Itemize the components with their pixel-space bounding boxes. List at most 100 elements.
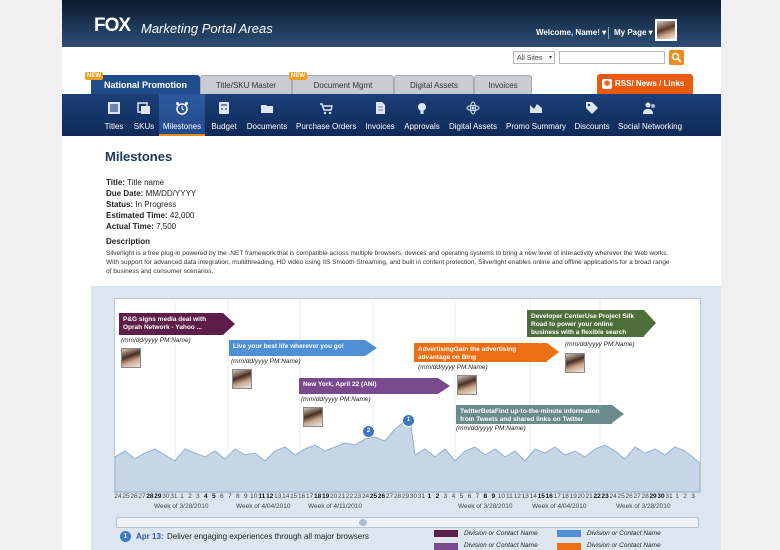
week-label: Week of 3/28/2010: [616, 503, 671, 510]
new-badge: NEW: [85, 72, 103, 80]
field-label: Due Date:: [106, 189, 144, 198]
tag-icon: [586, 102, 598, 114]
event-callout[interactable]: New York, April 22 (ANI): [299, 378, 450, 394]
legend-label: Division or Contact Name: [464, 530, 538, 537]
user-avatar[interactable]: [655, 19, 677, 41]
people-icon: [643, 102, 655, 114]
timeline-panel: P&G signs media deal with Oprah Network …: [91, 286, 721, 550]
subnav-milestones[interactable]: Milestones: [159, 94, 205, 136]
event-callout[interactable]: TwitterBetaFind up-to-the-minute informa…: [456, 405, 624, 424]
header-divider: [608, 27, 609, 39]
arrow-icon: [547, 343, 559, 361]
tab-digital-assets[interactable]: Digital Assets: [394, 75, 474, 94]
search-input[interactable]: [559, 51, 665, 64]
subnav-budget[interactable]: Budget: [208, 94, 240, 136]
week-label: Week of 3/28/2010: [154, 503, 209, 510]
tab-label: Document Mgmt: [313, 81, 373, 90]
week-label: Week of 4/04/2010: [236, 503, 291, 510]
axis-tick: 3: [691, 493, 695, 500]
timeline-pin[interactable]: 1: [402, 414, 415, 427]
week-label: Week of 4/04/2010: [532, 503, 587, 510]
subnav-invoices[interactable]: Invoices: [363, 94, 397, 136]
fox-logo[interactable]: FOX: [94, 15, 131, 37]
event-date: (mm/dd/yyyy PM:Name): [301, 396, 371, 403]
event-date: (mm/dd/yyyy PM:Name): [456, 425, 526, 432]
scrollbar-handle[interactable]: [359, 519, 367, 526]
field-label: Title:: [106, 178, 125, 187]
tab-document-mgmt[interactable]: NEW Document Mgmt: [289, 72, 394, 94]
event-callout[interactable]: P&G signs media deal with Oprah Network …: [119, 313, 235, 335]
subnav-label: Approvals: [404, 122, 440, 131]
subnav-purchase-orders[interactable]: Purchase Orders: [296, 94, 356, 136]
event-date: (mm/dd/yyyy PM:Name): [121, 337, 191, 344]
my-page-menu[interactable]: My Page ▾: [614, 28, 653, 37]
week-label: Week of 3/28/2010: [458, 503, 513, 510]
atom-icon: [466, 101, 480, 115]
folder-icon: [261, 105, 273, 113]
search-button[interactable]: [669, 50, 684, 65]
timeline-chart[interactable]: P&G signs media deal with Oprah Network …: [114, 298, 701, 493]
field-due-date: Due Date: MM/DD/YYYY: [106, 189, 196, 198]
event-callout[interactable]: AdvertisingGain the advertising advantag…: [414, 343, 559, 362]
field-actual-time: Actual Time: 7,500: [106, 222, 176, 231]
subnav-titles[interactable]: Titles: [99, 94, 129, 136]
invoice-icon: [376, 102, 385, 114]
tab-label: Title/SKU Master: [215, 81, 277, 90]
event-avatar[interactable]: [457, 375, 477, 395]
tab-national-promotion[interactable]: NEW National Promotion: [85, 72, 200, 94]
timeline-scrollbar[interactable]: [116, 517, 699, 528]
event-avatar[interactable]: [303, 407, 323, 427]
top-header: FOX Marketing Portal Areas Welcome, Name…: [62, 0, 721, 47]
right-gutter: [720, 0, 780, 550]
description-text: Silverlight is a free plug-in powered by…: [106, 250, 670, 275]
milestone-number: 1: [120, 531, 131, 542]
arrow-icon: [365, 340, 377, 356]
event-avatar[interactable]: [121, 348, 141, 368]
field-value: MM/DD/YYYY: [145, 189, 197, 198]
subnav-label: Titles: [104, 122, 124, 131]
milestone-date: Apr 13:: [136, 532, 164, 541]
summary-icon: [530, 104, 542, 113]
event-avatar[interactable]: [232, 369, 252, 389]
rss-news-links-tab[interactable]: ◉ RSS/ News / Links: [597, 74, 693, 94]
subnav-label: Budget: [211, 122, 237, 131]
subnav-social-networking[interactable]: Social Networking: [617, 94, 683, 136]
tab-label: Invoices: [488, 81, 518, 90]
field-value: In Progress: [135, 200, 177, 209]
event-text: P&G signs media deal with Oprah Network …: [123, 316, 207, 331]
event-date: (mm/dd/yyyy PM:Name): [565, 341, 635, 348]
sku-icon: [137, 102, 150, 114]
field-value: Title name: [127, 178, 165, 187]
calculator-icon: [219, 102, 229, 114]
field-estimated-time: Estimated Time: 42,000: [106, 211, 194, 220]
rss-tab-label: RSS/ News / Links: [615, 79, 685, 88]
field-status: Status: In Progress: [106, 200, 176, 209]
app-window: FOX Marketing Portal Areas Welcome, Name…: [62, 0, 721, 550]
event-callout[interactable]: Live your best life wherever you go!: [229, 340, 377, 356]
site-scope-value: All Sites: [517, 55, 543, 62]
subnav-skus[interactable]: SKUs: [130, 94, 158, 136]
subnav-digital-assets[interactable]: Digital Assets: [448, 94, 498, 136]
new-badge: NEW: [289, 72, 307, 80]
subnav-approvals[interactable]: Approvals: [403, 94, 441, 136]
legend-label: Division or Contact Name: [587, 530, 661, 537]
event-text: TwitterBetaFind up-to-the-minute informa…: [460, 408, 600, 423]
subnav-label: Invoices: [365, 122, 395, 131]
field-label: Actual Time:: [106, 222, 154, 231]
event-avatar[interactable]: [565, 353, 585, 373]
field-value: 7,500: [156, 222, 177, 231]
subnav-documents[interactable]: Documents: [245, 94, 289, 136]
page-title: Milestones: [105, 149, 173, 164]
subnav-discounts[interactable]: Discounts: [573, 94, 611, 136]
tab-title-sku-master[interactable]: Title/SKU Master: [200, 75, 292, 94]
event-callout[interactable]: Developer CenterUse Project Silk Road to…: [527, 310, 656, 344]
field-label: Status:: [106, 200, 134, 209]
timeline-pin[interactable]: 2: [362, 425, 375, 438]
tab-invoices[interactable]: Invoices: [474, 75, 532, 94]
lightbulb-icon: [418, 103, 426, 114]
subnav-promo-summary[interactable]: Promo Summary: [505, 94, 567, 136]
site-scope-select[interactable]: All Sites ▾: [513, 51, 555, 64]
sub-navigation: Titles SKUs Milestones Budget Documents …: [62, 94, 721, 136]
rss-icon: ◉: [602, 79, 612, 89]
welcome-menu[interactable]: Welcome, Name! ▾: [536, 28, 606, 37]
